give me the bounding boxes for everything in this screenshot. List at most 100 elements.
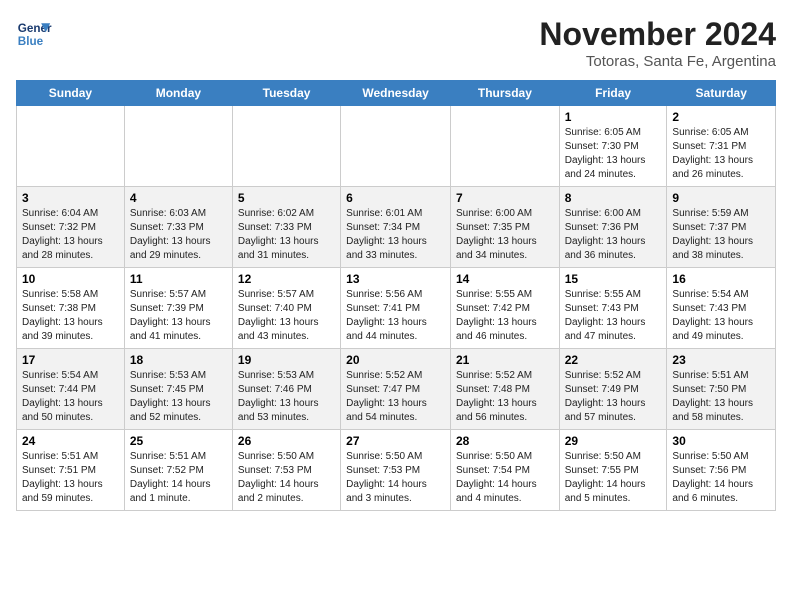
day-info: Sunrise: 5:59 AM Sunset: 7:37 PM Dayligh… [672, 207, 770, 263]
calendar-cell: 16 Sunrise: 5:54 AM Sunset: 7:43 PM Dayli… [667, 268, 776, 349]
calendar-cell [450, 106, 559, 187]
calendar-cell: 19 Sunrise: 5:53 AM Sunset: 7:46 PM Dayli… [232, 349, 340, 430]
day-number: 27 [346, 434, 445, 448]
day-number: 19 [238, 353, 335, 367]
day-number: 5 [238, 191, 335, 205]
day-info: Sunrise: 5:53 AM Sunset: 7:45 PM Dayligh… [130, 369, 227, 425]
day-number: 7 [456, 191, 554, 205]
day-info: Sunrise: 5:54 AM Sunset: 7:43 PM Dayligh… [672, 288, 770, 344]
calendar-cell: 29Sunrise: 5:50 AM Sunset: 7:55 PM Dayli… [559, 430, 667, 511]
day-number: 28 [456, 434, 554, 448]
day-number: 26 [238, 434, 335, 448]
calendar-cell: 6Sunrise: 6:01 AM Sunset: 7:34 PM Daylig… [341, 187, 451, 268]
day-number: 4 [130, 191, 227, 205]
day-number: 21 [456, 353, 554, 367]
calendar-cell: 4 Sunrise: 6:03 AM Sunset: 7:33 PM Daylig… [124, 187, 232, 268]
calendar-week-row: 17 Sunrise: 5:54 AM Sunset: 7:44 PM Dayli… [17, 349, 776, 430]
day-info: Sunrise: 5:58 AM Sunset: 7:38 PM Dayligh… [22, 288, 119, 344]
calendar-cell [17, 106, 125, 187]
day-info: Sunrise: 6:02 AM Sunset: 7:33 PM Dayligh… [238, 207, 335, 263]
calendar-cell: 2Sunrise: 6:05 AM Sunset: 7:31 PM Daylig… [667, 106, 776, 187]
calendar-week-row: 10 Sunrise: 5:58 AM Sunset: 7:38 PM Dayli… [17, 268, 776, 349]
day-info: Sunrise: 5:54 AM Sunset: 7:44 PM Dayligh… [22, 369, 119, 425]
calendar-week-row: 3 Sunrise: 6:04 AM Sunset: 7:32 PM Daylig… [17, 187, 776, 268]
day-info: Sunrise: 5:51 AM Sunset: 7:52 PM Dayligh… [130, 450, 227, 506]
day-info: Sunrise: 6:00 AM Sunset: 7:36 PM Dayligh… [565, 207, 662, 263]
weekday-header-saturday: Saturday [667, 81, 776, 106]
weekday-header-tuesday: Tuesday [232, 81, 340, 106]
day-number: 20 [346, 353, 445, 367]
day-info: Sunrise: 6:01 AM Sunset: 7:34 PM Dayligh… [346, 207, 445, 263]
day-info: Sunrise: 5:50 AM Sunset: 7:54 PM Dayligh… [456, 450, 554, 506]
calendar-cell: 12Sunrise: 5:57 AM Sunset: 7:40 PM Dayli… [232, 268, 340, 349]
calendar-cell: 22Sunrise: 5:52 AM Sunset: 7:49 PM Dayli… [559, 349, 667, 430]
calendar-table: SundayMondayTuesdayWednesdayThursdayFrid… [16, 80, 776, 511]
day-number: 14 [456, 272, 554, 286]
weekday-header-wednesday: Wednesday [341, 81, 451, 106]
calendar-subtitle: Totoras, Santa Fe, Argentina [539, 53, 776, 70]
calendar-cell: 7 Sunrise: 6:00 AM Sunset: 7:35 PM Daylig… [450, 187, 559, 268]
logo: General Blue [16, 16, 52, 52]
calendar-cell: 28 Sunrise: 5:50 AM Sunset: 7:54 PM Dayli… [450, 430, 559, 511]
title-block: November 2024 Totoras, Santa Fe, Argenti… [539, 16, 776, 70]
calendar-cell: 24 Sunrise: 5:51 AM Sunset: 7:51 PM Dayli… [17, 430, 125, 511]
calendar-week-row: 1 Sunrise: 6:05 AM Sunset: 7:30 PM Daylig… [17, 106, 776, 187]
weekday-header-thursday: Thursday [450, 81, 559, 106]
weekday-header-sunday: Sunday [17, 81, 125, 106]
calendar-cell [124, 106, 232, 187]
page-header: General Blue November 2024 Totoras, Sant… [16, 16, 776, 70]
day-number: 17 [22, 353, 119, 367]
day-number: 10 [22, 272, 119, 286]
weekday-header-friday: Friday [559, 81, 667, 106]
calendar-cell: 21Sunrise: 5:52 AM Sunset: 7:48 PM Dayli… [450, 349, 559, 430]
calendar-cell: 20 Sunrise: 5:52 AM Sunset: 7:47 PM Dayli… [341, 349, 451, 430]
day-info: Sunrise: 5:50 AM Sunset: 7:53 PM Dayligh… [238, 450, 335, 506]
calendar-cell: 26 Sunrise: 5:50 AM Sunset: 7:53 PM Dayli… [232, 430, 340, 511]
day-number: 22 [565, 353, 662, 367]
calendar-cell: 10 Sunrise: 5:58 AM Sunset: 7:38 PM Dayli… [17, 268, 125, 349]
day-number: 23 [672, 353, 770, 367]
day-info: Sunrise: 6:00 AM Sunset: 7:35 PM Dayligh… [456, 207, 554, 263]
calendar-cell: 14Sunrise: 5:55 AM Sunset: 7:42 PM Dayli… [450, 268, 559, 349]
day-info: Sunrise: 6:03 AM Sunset: 7:33 PM Dayligh… [130, 207, 227, 263]
calendar-cell: 5 Sunrise: 6:02 AM Sunset: 7:33 PM Daylig… [232, 187, 340, 268]
calendar-cell: 13Sunrise: 5:56 AM Sunset: 7:41 PM Dayli… [341, 268, 451, 349]
day-info: Sunrise: 6:04 AM Sunset: 7:32 PM Dayligh… [22, 207, 119, 263]
day-info: Sunrise: 5:53 AM Sunset: 7:46 PM Dayligh… [238, 369, 335, 425]
calendar-cell: 27 Sunrise: 5:50 AM Sunset: 7:53 PM Dayli… [341, 430, 451, 511]
day-info: Sunrise: 6:05 AM Sunset: 7:30 PM Dayligh… [565, 126, 662, 182]
day-info: Sunrise: 5:51 AM Sunset: 7:51 PM Dayligh… [22, 450, 119, 506]
day-info: Sunrise: 5:50 AM Sunset: 7:56 PM Dayligh… [672, 450, 770, 506]
day-number: 30 [672, 434, 770, 448]
day-number: 25 [130, 434, 227, 448]
calendar-cell: 1 Sunrise: 6:05 AM Sunset: 7:30 PM Daylig… [559, 106, 667, 187]
calendar-cell: 15 Sunrise: 5:55 AM Sunset: 7:43 PM Dayli… [559, 268, 667, 349]
day-info: Sunrise: 5:55 AM Sunset: 7:43 PM Dayligh… [565, 288, 662, 344]
day-number: 9 [672, 191, 770, 205]
calendar-cell: 25 Sunrise: 5:51 AM Sunset: 7:52 PM Dayli… [124, 430, 232, 511]
calendar-cell: 9 Sunrise: 5:59 AM Sunset: 7:37 PM Daylig… [667, 187, 776, 268]
logo-icon: General Blue [16, 16, 52, 52]
day-info: Sunrise: 5:52 AM Sunset: 7:47 PM Dayligh… [346, 369, 445, 425]
day-number: 2 [672, 110, 770, 124]
day-info: Sunrise: 5:51 AM Sunset: 7:50 PM Dayligh… [672, 369, 770, 425]
weekday-header-monday: Monday [124, 81, 232, 106]
calendar-cell: 11Sunrise: 5:57 AM Sunset: 7:39 PM Dayli… [124, 268, 232, 349]
calendar-week-row: 24 Sunrise: 5:51 AM Sunset: 7:51 PM Dayli… [17, 430, 776, 511]
day-number: 15 [565, 272, 662, 286]
calendar-cell [232, 106, 340, 187]
day-info: Sunrise: 5:50 AM Sunset: 7:53 PM Dayligh… [346, 450, 445, 506]
day-number: 18 [130, 353, 227, 367]
weekday-header-row: SundayMondayTuesdayWednesdayThursdayFrid… [17, 81, 776, 106]
day-number: 1 [565, 110, 662, 124]
calendar-cell: 17 Sunrise: 5:54 AM Sunset: 7:44 PM Dayli… [17, 349, 125, 430]
calendar-cell: 8Sunrise: 6:00 AM Sunset: 7:36 PM Daylig… [559, 187, 667, 268]
day-number: 16 [672, 272, 770, 286]
day-info: Sunrise: 5:56 AM Sunset: 7:41 PM Dayligh… [346, 288, 445, 344]
calendar-title: November 2024 [539, 16, 776, 53]
day-number: 3 [22, 191, 119, 205]
day-number: 11 [130, 272, 227, 286]
calendar-cell: 30 Sunrise: 5:50 AM Sunset: 7:56 PM Dayli… [667, 430, 776, 511]
day-number: 24 [22, 434, 119, 448]
svg-text:Blue: Blue [18, 35, 44, 48]
